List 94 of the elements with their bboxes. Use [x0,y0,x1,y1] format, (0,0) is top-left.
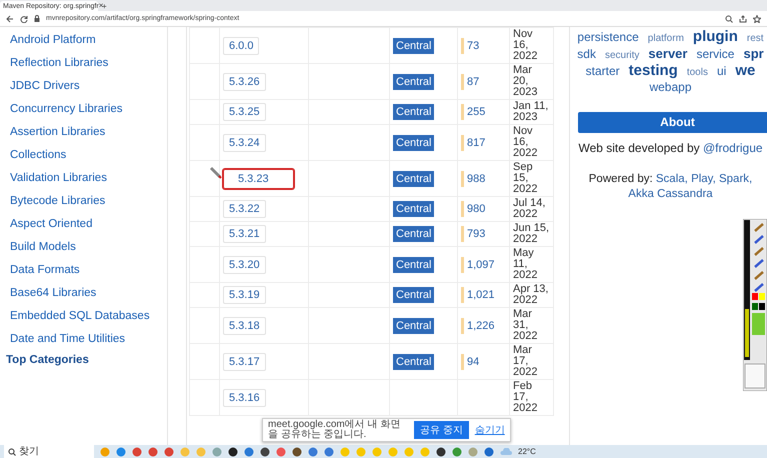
release-date: Jan 11, 2023 [513,101,550,123]
category-link[interactable]: Build Models [6,236,167,259]
back-arrow-icon[interactable] [6,14,14,22]
category-link[interactable]: JDBC Drivers [6,75,167,98]
tag-link[interactable]: sdk [577,47,596,61]
about-heading: About [578,112,767,133]
version-link[interactable]: 5.3.23 [223,168,294,188]
release-date: May 11, 2022 [513,248,538,281]
pen-cursor-icon [209,166,223,180]
tag-link[interactable]: service [696,47,734,61]
repository-link[interactable]: Central [393,134,434,150]
new-tab-button[interactable]: + [102,3,107,11]
version-link[interactable]: 5.3.17 [223,352,266,370]
reload-icon[interactable] [20,14,28,22]
category-link[interactable]: Concurrency Libraries [6,98,167,121]
tag-link[interactable]: starter [586,64,620,78]
version-link[interactable]: 6.0.0 [223,36,260,54]
release-date: Nov 16, 2022 [513,126,538,159]
usages-link[interactable]: 94 [461,354,480,370]
version-link[interactable]: 5.3.25 [223,103,266,121]
version-link[interactable]: 5.3.16 [223,388,266,406]
release-date: Apr 13, 2022 [513,284,550,306]
repository-link[interactable]: Central [393,201,434,217]
tag-link[interactable]: plugin [692,28,738,45]
release-date: Mar 20, 2023 [513,65,538,98]
tag-link[interactable]: ui [716,64,726,78]
repository-link[interactable]: Central [393,74,434,90]
repository-link[interactable]: Central [393,38,434,54]
tag-link[interactable]: tools [686,67,708,78]
search-icon [8,448,16,456]
tag-link[interactable]: we [735,62,756,79]
share-message: meet.google.com에서 내 화면을 공유하는 중입니다. [268,420,402,440]
screen-pen-toolbar-drawing[interactable] [743,219,767,391]
category-link[interactable]: Android Platform [6,29,167,52]
version-link[interactable]: 5.3.22 [223,200,266,218]
section-heading: Top Categories [6,353,90,368]
usages-link[interactable]: 73 [461,38,480,54]
version-link[interactable]: 5.3.24 [223,134,266,152]
category-link[interactable]: Base64 Libraries [6,282,167,305]
lock-icon [34,15,40,22]
taskbar-search-field[interactable]: 찾기 [4,445,94,458]
repository-link[interactable]: Central [393,287,434,303]
tag-link[interactable]: webapp [649,80,692,94]
version-link[interactable]: 5.3.19 [223,286,266,304]
share-icon[interactable] [739,14,747,22]
release-date: Mar 31, 2022 [513,309,538,342]
release-date: Mar 17, 2022 [513,345,538,378]
powered-by-text: Powered by: [588,173,653,185]
close-icon[interactable]: × [98,2,104,10]
category-link[interactable]: Data Formats [6,259,167,282]
technology-link[interactable]: Spark, [718,173,752,185]
usages-link[interactable]: 87 [461,74,480,90]
repository-link[interactable]: Central [393,104,434,120]
category-link[interactable]: Date and Time Utilities [6,328,167,351]
tag-link[interactable]: rest [746,33,764,44]
technology-link[interactable]: Akka [628,188,654,200]
tag-link[interactable]: server [648,46,688,61]
tag-link[interactable]: persistence [577,30,639,44]
category-link[interactable]: Assertion Libraries [6,121,167,144]
version-link[interactable]: 5.3.20 [223,256,266,274]
release-date: Jul 14, 2022 [513,198,546,220]
repository-link[interactable]: Central [393,318,434,334]
version-link[interactable]: 5.3.21 [223,225,266,243]
category-link[interactable]: Bytecode Libraries [6,190,167,213]
repository-link[interactable]: Central [393,256,434,272]
repository-link[interactable]: Central [393,354,434,370]
category-link[interactable]: Embedded SQL Databases [6,305,167,328]
zoom-icon[interactable] [725,14,733,22]
weather-text: 22°C [518,447,536,456]
repository-link[interactable]: Central [393,226,434,242]
release-date: Sep 15, 2022 [513,162,538,195]
cloud-icon [500,448,512,456]
category-link[interactable]: Validation Libraries [6,167,167,190]
category-link[interactable]: Aspect Oriented [6,213,167,236]
category-link[interactable]: Reflection Libraries [6,52,167,75]
category-link[interactable]: Collections [6,144,167,167]
developer-link[interactable]: @frodrigue [703,141,763,155]
stop-sharing-button[interactable]: 공유 중지 [414,421,469,439]
repository-link[interactable]: Central [393,170,434,186]
star-icon[interactable] [753,14,761,22]
release-date: Feb 17, 2022 [513,381,538,414]
technology-link[interactable]: Play, [691,173,716,185]
version-link[interactable]: 5.3.26 [223,72,266,90]
technology-link[interactable]: Cassandra [657,188,713,200]
hide-link[interactable]: 숨기기 [474,423,505,437]
tag-link[interactable]: security [604,50,640,61]
tag-link[interactable]: testing [628,62,678,79]
tag-link[interactable]: spr [743,46,764,61]
tag-link[interactable]: platform [648,33,684,44]
technology-link[interactable]: Scala, [656,173,688,185]
version-link[interactable]: 5.3.18 [223,316,266,334]
release-date: Nov 16, 2022 [513,29,538,62]
release-date: Jun 15, 2022 [513,223,550,245]
credit-text: Web site developed by [578,141,700,155]
